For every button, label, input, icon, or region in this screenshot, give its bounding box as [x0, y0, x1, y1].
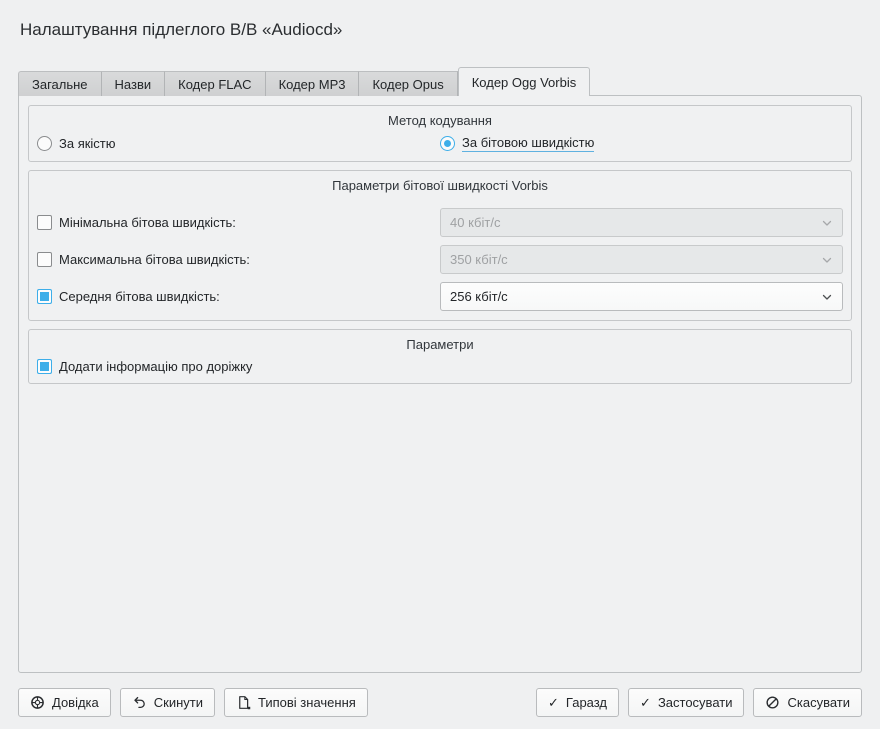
cancel-button[interactable]: Скасувати — [753, 688, 862, 717]
add-track-info-checkbox[interactable] — [37, 359, 52, 374]
undo-icon — [132, 695, 147, 710]
add-track-info-option[interactable]: Додати інформацію про доріжку — [37, 359, 843, 374]
min-bitrate-value: 40 кбіт/с — [450, 215, 500, 230]
max-bitrate-value: 350 кбіт/с — [450, 252, 508, 267]
ok-button-label: Гаразд — [566, 695, 607, 710]
bitrate-radio-option[interactable]: За бітовою швидкістю — [440, 135, 843, 152]
help-button[interactable]: Довідка — [18, 688, 111, 717]
check-icon: ✓ — [640, 696, 651, 709]
add-track-info-label[interactable]: Додати інформацію про доріжку — [59, 359, 252, 374]
max-bitrate-checkbox[interactable] — [37, 252, 52, 267]
reset-button-label: Скинути — [154, 695, 203, 710]
avg-bitrate-checkbox-option[interactable]: Середня бітова швидкість: — [37, 289, 440, 304]
reset-button[interactable]: Скинути — [120, 688, 215, 717]
avg-bitrate-checkbox[interactable] — [37, 289, 52, 304]
min-bitrate-checkbox[interactable] — [37, 215, 52, 230]
tab-general[interactable]: Загальне — [18, 71, 102, 96]
avg-bitrate-value: 256 кбіт/с — [450, 289, 508, 304]
max-bitrate-label[interactable]: Максимальна бітова швидкість: — [59, 252, 250, 267]
tab-names[interactable]: Назви — [102, 71, 166, 96]
chevron-down-icon — [821, 291, 833, 303]
min-bitrate-label[interactable]: Мінімальна бітова швидкість: — [59, 215, 236, 230]
max-bitrate-combobox: 350 кбіт/с — [440, 245, 843, 274]
check-icon: ✓ — [548, 696, 559, 709]
group-encoding-method-title: Метод кодування — [37, 109, 843, 135]
group-vorbis-bitrate: Параметри бітової швидкості Vorbis Мінім… — [28, 170, 852, 321]
max-bitrate-checkbox-option[interactable]: Максимальна бітова швидкість: — [37, 252, 440, 267]
group-encoding-method: Метод кодування За якістю За бітовою шви… — [28, 105, 852, 162]
cancel-icon — [765, 695, 780, 710]
help-button-label: Довідка — [52, 695, 99, 710]
chevron-down-icon — [821, 217, 833, 229]
avg-bitrate-label[interactable]: Середня бітова швидкість: — [59, 289, 220, 304]
tab-opus-encoder[interactable]: Кодер Opus — [359, 71, 457, 96]
button-bar: Довідка Скинути — [18, 688, 862, 717]
tab-mp3-encoder[interactable]: Кодер MP3 — [266, 71, 360, 96]
bitrate-radio-label[interactable]: За бітовою швидкістю — [462, 135, 594, 152]
bitrate-radio[interactable] — [440, 136, 455, 151]
tab-content-frame: Метод кодування За якістю За бітовою шви… — [18, 95, 862, 673]
max-bitrate-row: Максимальна бітова швидкість: 350 кбіт/с — [37, 245, 843, 274]
avg-bitrate-combobox[interactable]: 256 кбіт/с — [440, 282, 843, 311]
cancel-button-label: Скасувати — [787, 695, 850, 710]
tab-bar: Загальне Назви Кодер FLAC Кодер MP3 Коде… — [18, 67, 590, 96]
document-icon — [236, 695, 251, 710]
apply-button[interactable]: ✓ Застосувати — [628, 688, 744, 717]
lifebuoy-icon — [30, 695, 45, 710]
min-bitrate-row: Мінімальна бітова швидкість: 40 кбіт/с — [37, 208, 843, 237]
page-title: Налаштування підлеглого В/В «Audiocd» — [20, 20, 342, 40]
ok-button[interactable]: ✓ Гаразд — [536, 688, 619, 717]
quality-radio-label[interactable]: За якістю — [59, 136, 116, 151]
defaults-button-label: Типові значення — [258, 695, 356, 710]
defaults-button[interactable]: Типові значення — [224, 688, 368, 717]
quality-radio-option[interactable]: За якістю — [37, 136, 440, 151]
group-vorbis-bitrate-title: Параметри бітової швидкості Vorbis — [37, 174, 843, 200]
tab-flac-encoder[interactable]: Кодер FLAC — [165, 71, 265, 96]
chevron-down-icon — [821, 254, 833, 266]
group-options-title: Параметри — [37, 333, 843, 359]
group-options: Параметри Додати інформацію про доріжку — [28, 329, 852, 384]
avg-bitrate-row: Середня бітова швидкість: 256 кбіт/с — [37, 282, 843, 311]
min-bitrate-combobox: 40 кбіт/с — [440, 208, 843, 237]
quality-radio[interactable] — [37, 136, 52, 151]
apply-button-label: Застосувати — [658, 695, 733, 710]
min-bitrate-checkbox-option[interactable]: Мінімальна бітова швидкість: — [37, 215, 440, 230]
tab-ogg-vorbis-encoder[interactable]: Кодер Ogg Vorbis — [458, 67, 591, 96]
